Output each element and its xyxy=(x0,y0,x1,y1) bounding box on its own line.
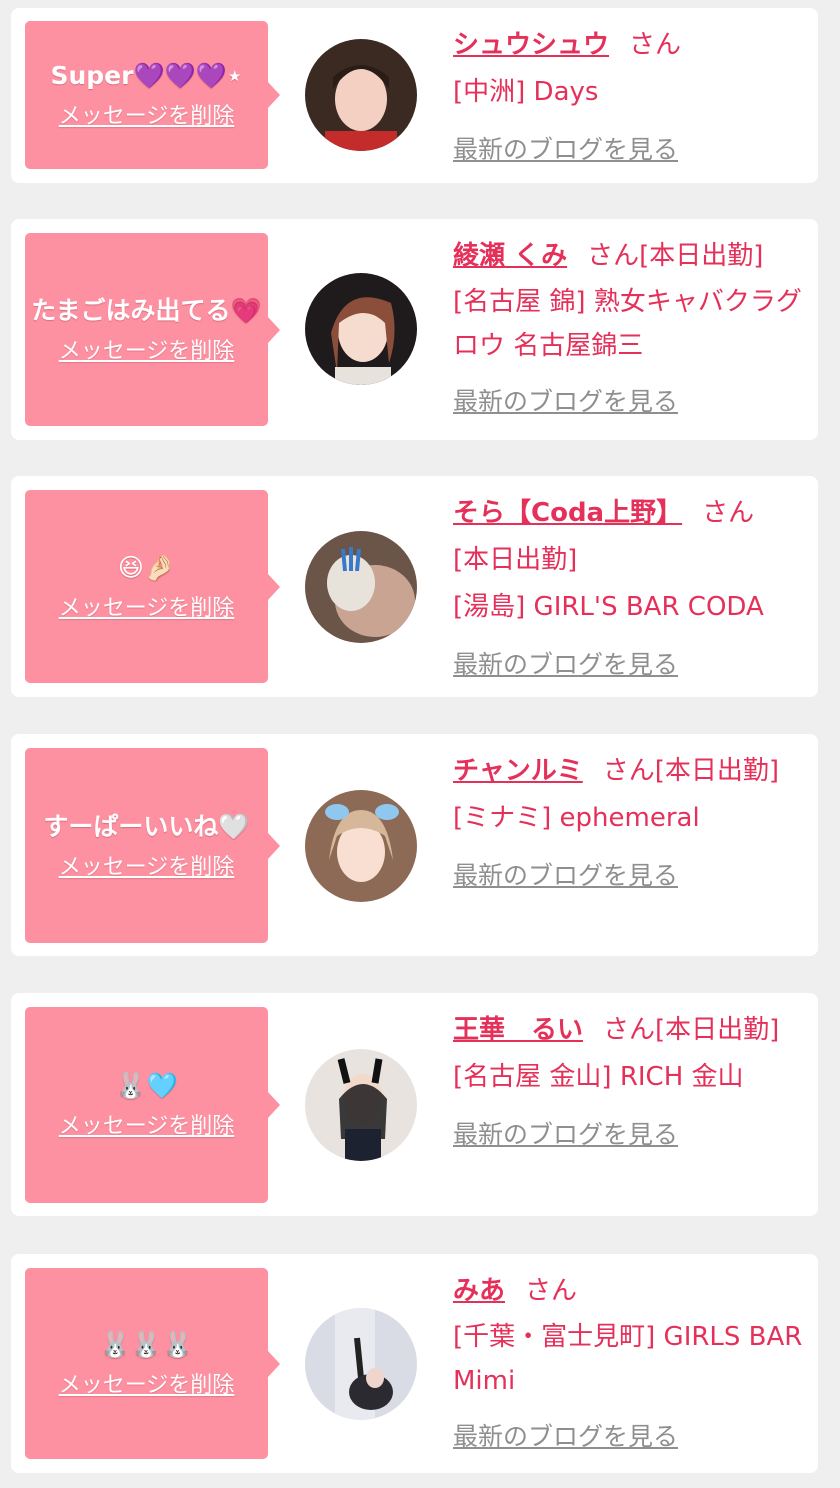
shop-name: [名古屋 金山] RICH 金山 xyxy=(453,1062,744,1092)
avatar[interactable] xyxy=(305,273,417,385)
honorific: さん xyxy=(602,756,655,786)
message-bubble: Super💜💜💜⋆ メッセージを削除 xyxy=(25,21,280,169)
delete-message-link[interactable]: メッセージを削除 xyxy=(59,594,235,624)
message-card: すーぱーいいね🤍 メッセージを削除 チャンルミ さん[本日出勤] [ミナミ] ep… xyxy=(11,734,818,956)
message-card: Super💜💜💜⋆ メッセージを削除 シュウシュウ さん [中洲] Days 最新… xyxy=(11,8,818,183)
avatar[interactable] xyxy=(305,39,417,151)
latest-blog-link[interactable]: 最新のブログを見る xyxy=(453,378,678,425)
shop-name: [千葉・富士見町] GIRLS BAR Mimi xyxy=(453,1322,803,1396)
message-text: Super💜💜💜⋆ xyxy=(50,61,243,90)
latest-blog-link[interactable]: 最新のブログを見る xyxy=(453,1413,678,1460)
message-bubble: 😆🤌🏻 メッセージを削除 xyxy=(25,490,280,683)
avatar[interactable] xyxy=(305,1049,417,1161)
shop-name: [ミナミ] ephemeral xyxy=(453,803,700,833)
cast-info: 綾瀬 くみ さん[本日出勤] [名古屋 錦] 熟女キャバクラグロウ 名古屋錦三 最… xyxy=(453,233,803,426)
delete-message-link[interactable]: メッセージを削除 xyxy=(59,1112,235,1142)
shop-name: [中洲] Days xyxy=(453,77,599,107)
cast-info: 王華 るい さん[本日出勤] [名古屋 金山] RICH 金山 最新のブログを見る xyxy=(453,1007,803,1159)
attendance-status: [本日出勤] xyxy=(654,756,780,786)
cast-name-link[interactable]: シュウシュウ xyxy=(453,30,609,60)
message-bubble: すーぱーいいね🤍 メッセージを削除 xyxy=(25,748,280,943)
cast-info: チャンルミ さん[本日出勤] [ミナミ] ephemeral 最新のブログを見る xyxy=(453,748,803,900)
cast-name-link[interactable]: みあ xyxy=(453,1276,505,1306)
message-card: 😆🤌🏻 メッセージを削除 そら【Coda上野】 さん [本日出勤] [湯島] GI… xyxy=(11,476,818,697)
honorific: さん xyxy=(629,30,682,60)
delete-message-link[interactable]: メッセージを削除 xyxy=(59,102,235,132)
cast-name-link[interactable]: チャンルミ xyxy=(453,756,583,786)
honorific: さん xyxy=(702,498,755,528)
latest-blog-link[interactable]: 最新のブログを見る xyxy=(453,852,678,899)
cast-info: シュウシュウ さん [中洲] Days 最新のブログを見る xyxy=(453,22,803,174)
message-card: 🐰🩵 メッセージを削除 王華 るい さん[本日出勤] [名古屋 金山] RICH … xyxy=(11,993,818,1216)
cast-info: みあ さん [千葉・富士見町] GIRLS BAR Mimi 最新のブログを見る xyxy=(453,1268,803,1461)
message-text: 🐰🐰🐰 xyxy=(99,1329,194,1359)
avatar[interactable] xyxy=(305,790,417,902)
honorific: さん xyxy=(525,1276,578,1306)
shop-name: [名古屋 錦] 熟女キャバクラグロウ 名古屋錦三 xyxy=(453,287,802,361)
honorific: さん xyxy=(587,241,640,271)
delete-message-link[interactable]: メッセージを削除 xyxy=(59,1371,235,1401)
cast-name-link[interactable]: 王華 るい xyxy=(453,1015,583,1045)
attendance-status: [本日出勤] xyxy=(453,545,578,575)
message-bubble: 🐰🩵 メッセージを削除 xyxy=(25,1007,280,1203)
message-card: たまごはみ出てる💗 メッセージを削除 綾瀬 くみ さん[本日出勤] [名古屋 錦]… xyxy=(11,219,818,440)
cast-info: そら【Coda上野】 さん [本日出勤] [湯島] GIRL'S BAR CODA… xyxy=(453,490,803,689)
cast-name-link[interactable]: そら【Coda上野】 xyxy=(453,498,682,528)
honorific: さん xyxy=(603,1015,656,1045)
message-text: たまごはみ出てる💗 xyxy=(31,295,262,325)
cast-name-link[interactable]: 綾瀬 くみ xyxy=(453,241,567,271)
message-text: 🐰🩵 xyxy=(115,1071,178,1100)
shop-name: [湯島] GIRL'S BAR CODA xyxy=(453,592,764,622)
attendance-status: [本日出勤] xyxy=(655,1015,780,1045)
attendance-status: [本日出勤] xyxy=(639,241,764,271)
message-card: 🐰🐰🐰 メッセージを削除 みあ さん [千葉・富士見町] GIRLS BAR Mi… xyxy=(11,1254,818,1473)
message-text: 😆🤌🏻 xyxy=(117,552,176,582)
latest-blog-link[interactable]: 最新のブログを見る xyxy=(453,641,678,688)
message-bubble: 🐰🐰🐰 メッセージを削除 xyxy=(25,1268,280,1459)
latest-blog-link[interactable]: 最新のブログを見る xyxy=(453,1111,678,1158)
avatar[interactable] xyxy=(305,1308,417,1420)
avatar[interactable] xyxy=(305,531,417,643)
latest-blog-link[interactable]: 最新のブログを見る xyxy=(453,126,678,173)
delete-message-link[interactable]: メッセージを削除 xyxy=(59,337,235,367)
delete-message-link[interactable]: メッセージを削除 xyxy=(59,853,235,883)
message-text: すーぱーいいね🤍 xyxy=(43,811,250,841)
message-bubble: たまごはみ出てる💗 メッセージを削除 xyxy=(25,233,280,426)
